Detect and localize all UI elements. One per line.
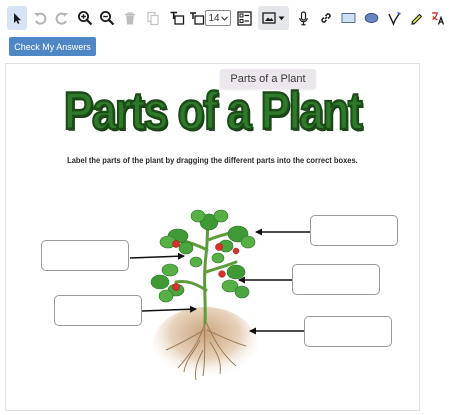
answer-box-left-upper[interactable]	[41, 240, 129, 271]
answer-box-left-lower[interactable]	[54, 295, 142, 326]
answer-box-right-middle[interactable]	[292, 264, 380, 295]
answer-box-right-bottom[interactable]	[304, 316, 392, 347]
plant-diagram	[129, 209, 310, 383]
title-tooltip: Parts of a Plant	[220, 69, 316, 89]
answer-box-right-top[interactable]	[310, 215, 398, 246]
